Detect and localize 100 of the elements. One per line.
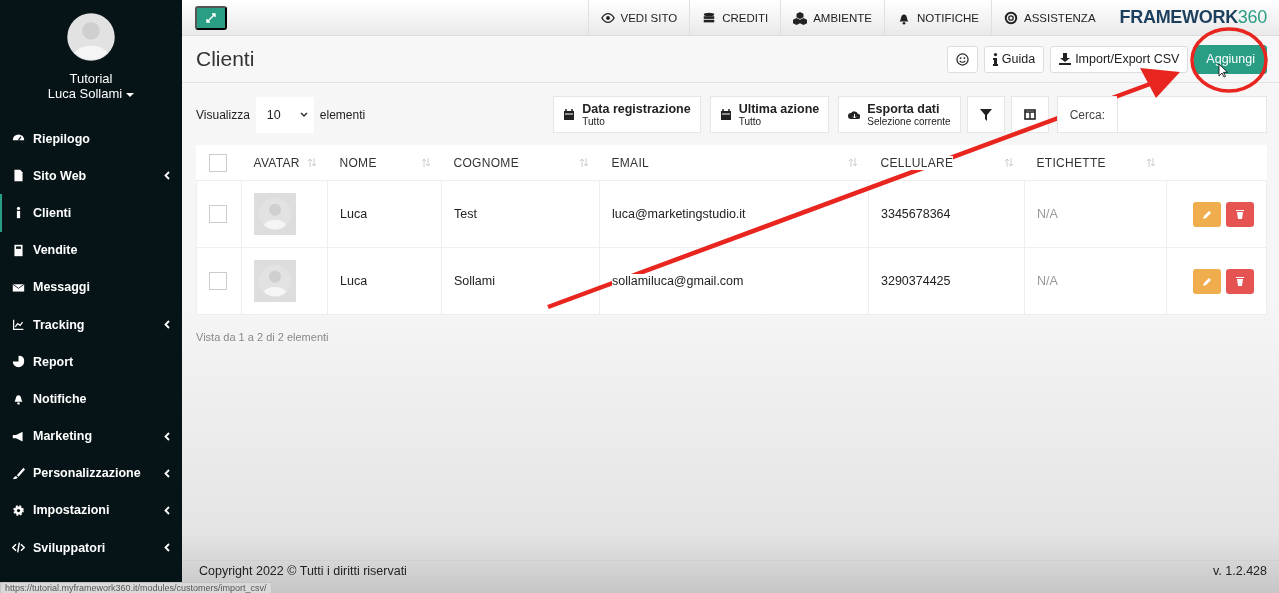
table-cell: 3345678364 xyxy=(881,207,951,221)
page-size-select[interactable]: 10 xyxy=(255,96,314,133)
cloud-download-icon xyxy=(848,108,861,121)
brush-icon xyxy=(12,466,25,480)
guide-button[interactable]: Guida xyxy=(983,45,1045,73)
logo[interactable]: FRAMEWORK360 xyxy=(1119,7,1267,28)
delete-button[interactable] xyxy=(1226,201,1254,227)
column-header[interactable]: ETICHETTE xyxy=(1036,155,1106,170)
sidebar-item[interactable]: Sviluppatori xyxy=(0,529,182,567)
pie-chart-icon xyxy=(12,355,25,369)
columns-icon xyxy=(1023,109,1036,120)
pencil-icon xyxy=(1202,276,1212,286)
row-checkbox[interactable] xyxy=(209,272,227,290)
select-all-checkbox[interactable] xyxy=(208,153,227,172)
table-cell: Luca xyxy=(340,274,368,288)
table-cell: Luca xyxy=(340,207,368,221)
column-header[interactable]: COGNOME xyxy=(453,155,519,170)
top-nav-link[interactable]: ASSISTENZA xyxy=(991,0,1108,35)
show-suffix: elementi xyxy=(319,107,367,122)
sidebar-item[interactable]: Report xyxy=(0,343,182,381)
smiley-icon xyxy=(955,52,969,66)
edit-button[interactable] xyxy=(1193,201,1221,227)
sidebar-label: Impostazioni xyxy=(33,503,111,518)
sidebar-label: Messaggi xyxy=(33,280,91,295)
table-cell: N/A xyxy=(1037,207,1058,221)
status-url: https://tutorial.myframework360.it/modules/customers/import_csv/ xyxy=(0,582,272,593)
sort-icon xyxy=(1146,158,1155,167)
sidebar-label: Report xyxy=(33,354,75,369)
page-title: Clienti xyxy=(196,47,256,71)
sidebar-item[interactable]: Tracking xyxy=(0,305,182,344)
pencil-icon xyxy=(1202,209,1212,219)
sidebar-item[interactable]: Sito Web xyxy=(0,157,182,195)
version-text: v. 1.2.428 xyxy=(1213,564,1267,578)
copyright-text: Copyright 2022 © Tutti i diritti riservati xyxy=(199,564,407,578)
filter-icon xyxy=(979,108,992,121)
megaphone-icon xyxy=(12,429,25,443)
top-nav-link[interactable]: AMBIENTE xyxy=(780,0,884,35)
column-header[interactable]: AVATAR xyxy=(253,155,300,170)
filter-dropdown[interactable]: Data registrazione Tutto xyxy=(553,96,701,133)
filter-dropdown[interactable]: Esporta dati Selezione corrente xyxy=(838,96,961,133)
sidebar-label: Tracking xyxy=(33,317,86,332)
sidebar-label: Sviluppatori xyxy=(33,540,107,555)
sort-icon xyxy=(848,158,857,167)
trash-icon xyxy=(1236,276,1244,286)
account-name: Tutorial xyxy=(69,71,113,86)
table-cell: Sollami xyxy=(454,274,495,288)
import-export-button[interactable]: Import/Export CSV xyxy=(1050,45,1189,73)
coins-icon xyxy=(702,10,717,25)
table-cell: luca@marketingstudio.it xyxy=(612,207,746,221)
expand-icon xyxy=(206,12,216,23)
sidebar-item[interactable]: Notifiche xyxy=(0,380,182,418)
column-header[interactable]: NOME xyxy=(339,155,377,170)
sort-icon xyxy=(307,158,316,167)
delete-button[interactable] xyxy=(1226,268,1254,294)
edit-button[interactable] xyxy=(1193,268,1221,294)
table-cell: N/A xyxy=(1037,274,1058,288)
sidebar-label: Marketing xyxy=(33,429,94,444)
info-icon xyxy=(992,52,998,66)
emoji-button[interactable] xyxy=(946,45,978,73)
sidebar-label: Vendite xyxy=(33,243,79,258)
table-cell: sollamiluca@gmail.com xyxy=(612,274,744,288)
show-label: Visualizza xyxy=(196,107,250,122)
sidebar-label: Personalizzazione xyxy=(33,466,142,481)
trash-icon xyxy=(1236,209,1244,219)
top-nav-link[interactable]: NOTIFICHE xyxy=(884,0,991,35)
top-nav-link[interactable]: CREDITI xyxy=(689,0,781,35)
sidebar-item[interactable]: Vendite xyxy=(0,231,182,269)
line-chart-icon xyxy=(12,318,25,332)
code-icon xyxy=(12,541,25,555)
sort-icon xyxy=(1004,158,1013,167)
top-nav-link[interactable]: VEDI SITO xyxy=(587,0,690,35)
gear-icon xyxy=(12,503,25,517)
user-menu[interactable]: Luca Sollami xyxy=(47,86,135,101)
column-header[interactable]: EMAIL xyxy=(611,155,649,170)
caret-icon xyxy=(126,92,135,97)
sidebar-item[interactable]: Messaggi xyxy=(0,268,182,306)
expand-button[interactable] xyxy=(195,5,227,30)
search-label: Cerca: xyxy=(1056,96,1117,133)
download-icon xyxy=(1059,53,1072,65)
sidebar-label: Riepilogo xyxy=(33,131,91,146)
calendar-icon xyxy=(563,108,576,121)
document-icon xyxy=(12,169,25,183)
eye-icon xyxy=(600,10,615,25)
calculator-icon xyxy=(12,243,25,257)
row-checkbox[interactable] xyxy=(209,205,227,223)
sidebar-item[interactable]: Personalizzazione xyxy=(0,454,182,492)
search-field[interactable] xyxy=(1117,96,1267,133)
bell-icon xyxy=(12,392,25,406)
sidebar-item[interactable]: Impostazioni xyxy=(0,491,182,530)
filter-dropdown[interactable]: Ultima azione Tutto xyxy=(709,96,830,133)
table-info: Vista da 1 a 2 di 2 elementi xyxy=(196,331,330,343)
filter-button[interactable] xyxy=(966,96,1005,133)
sidebar-label: Notifiche xyxy=(33,391,88,406)
sort-icon xyxy=(421,158,430,167)
chevron-down-icon xyxy=(299,111,308,118)
sidebar-item[interactable]: Marketing xyxy=(0,417,182,455)
column-header[interactable]: CELLULARE xyxy=(880,155,954,170)
table-cell: Test xyxy=(454,207,477,221)
sidebar-label: Sito Web xyxy=(33,168,88,183)
sidebar-item[interactable]: Riepilogo xyxy=(0,120,182,158)
